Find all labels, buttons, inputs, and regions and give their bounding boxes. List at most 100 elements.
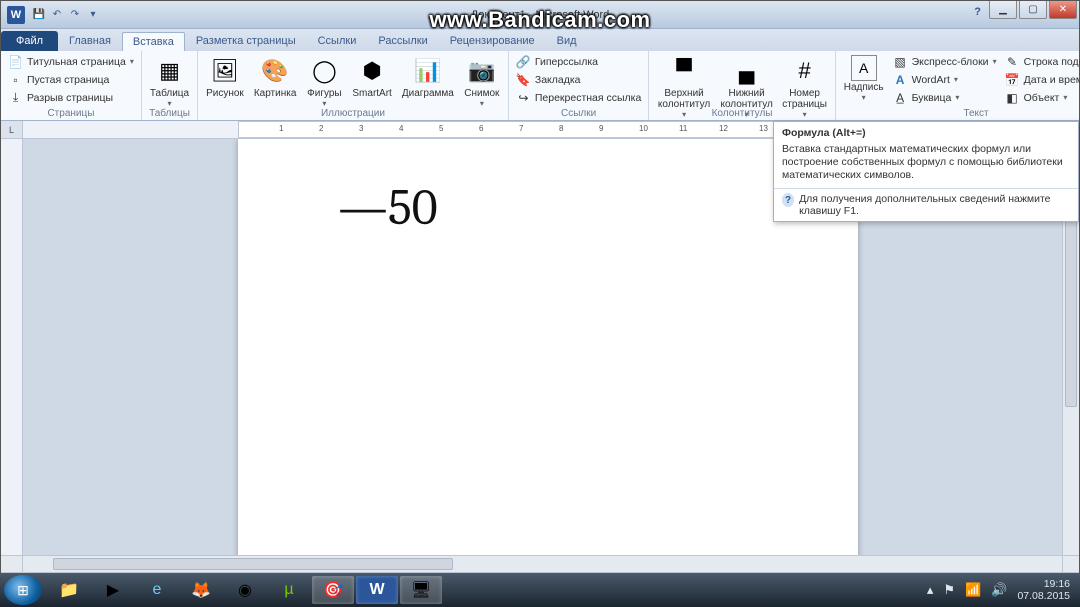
- close-button[interactable]: ✕: [1049, 1, 1077, 19]
- clock-date: 07.08.2015: [1017, 590, 1070, 602]
- screenshot-icon: 📷: [466, 55, 498, 87]
- taskbar-mediaplayer-icon[interactable]: ▶: [92, 576, 134, 604]
- bookmark-icon: 🔖: [516, 72, 531, 87]
- taskbar-explorer-icon[interactable]: 📁: [48, 576, 90, 604]
- object-button[interactable]: ◧Объект: [1002, 89, 1080, 106]
- clipart-button[interactable]: 🎨Картинка: [250, 53, 301, 101]
- qat-redo-icon[interactable]: ↷: [67, 7, 83, 23]
- page[interactable]: —50: [238, 139, 858, 555]
- cover-page-button[interactable]: 📄Титульная страница: [5, 53, 137, 70]
- windows-taskbar: ⊞ 📁 ▶ e 🦊 ◉ µ 🎯 W 🖥 ▴ ⚑ 📶 🔊 19:16 07.08.…: [0, 573, 1080, 607]
- header-icon: ▀: [668, 55, 700, 87]
- blank-page-button[interactable]: ▫Пустая страница: [5, 71, 137, 88]
- datetime-button[interactable]: 📅Дата и время: [1002, 71, 1080, 88]
- chart-button[interactable]: 📊Диаграмма: [398, 53, 458, 101]
- dropcap-icon: A̲: [893, 90, 908, 105]
- blank-page-icon: ▫: [8, 72, 23, 87]
- table-button[interactable]: ▦ Таблица: [146, 53, 193, 110]
- horizontal-scrollbar[interactable]: [23, 556, 1062, 572]
- dropcap-button[interactable]: A̲Буквица: [890, 89, 1000, 106]
- tab-references[interactable]: Ссылки: [307, 31, 368, 51]
- chart-icon: 📊: [412, 55, 444, 87]
- tab-home[interactable]: Главная: [58, 31, 122, 51]
- help-icon: ?: [782, 193, 794, 207]
- footer-icon: ▄: [731, 55, 763, 87]
- group-tables: ▦ Таблица Таблицы: [142, 51, 198, 120]
- textbox-button[interactable]: AНадпись: [840, 53, 888, 104]
- system-tray: ▴ ⚑ 📶 🔊 19:16 07.08.2015: [927, 578, 1076, 602]
- cover-page-icon: 📄: [8, 54, 23, 69]
- qat-undo-icon[interactable]: ↶: [49, 7, 65, 23]
- ribbon-tabs: Файл Главная Вставка Разметка страницы С…: [1, 29, 1079, 51]
- taskbar-chrome-icon[interactable]: ◉: [224, 576, 266, 604]
- tab-review[interactable]: Рецензирование: [439, 31, 546, 51]
- tooltip-title: Формула (Alt+=): [774, 122, 1078, 141]
- group-pages: 📄Титульная страница ▫Пустая страница ⤓Ра…: [1, 51, 142, 120]
- taskbar-app-icon[interactable]: 🖥: [400, 576, 442, 604]
- clock-time: 19:16: [1017, 578, 1070, 590]
- page-break-icon: ⤓: [8, 90, 23, 105]
- picture-button[interactable]: 🖼Рисунок: [202, 53, 248, 101]
- group-text-label: Текст: [840, 108, 1080, 120]
- group-headerfooter: ▀Верхний колонтитул ▄Нижний колонтитул #…: [649, 51, 835, 120]
- table-icon: ▦: [153, 55, 185, 87]
- qat-save-icon[interactable]: 💾: [31, 7, 47, 23]
- tray-arrow-icon[interactable]: ▴: [927, 582, 934, 598]
- maximize-button[interactable]: ▢: [1019, 1, 1047, 19]
- word-window: www.Bandicam.com W 💾 ↶ ↷ ▾ Документ1 - M…: [0, 0, 1080, 573]
- quickparts-button[interactable]: ▧Экспресс-блоки: [890, 53, 1000, 70]
- shapes-button[interactable]: ◯Фигуры: [302, 53, 346, 110]
- group-illustrations-label: Иллюстрации: [202, 108, 504, 120]
- taskbar-firefox-icon[interactable]: 🦊: [180, 576, 222, 604]
- tab-mailings[interactable]: Рассылки: [367, 31, 438, 51]
- tray-flag-icon[interactable]: ⚑: [943, 582, 955, 598]
- page-break-button[interactable]: ⤓Разрыв страницы: [5, 89, 137, 106]
- quick-access-toolbar: 💾 ↶ ↷ ▾: [31, 7, 101, 23]
- document-content[interactable]: —50: [338, 179, 438, 237]
- group-links-label: Ссылки: [513, 108, 644, 120]
- start-button[interactable]: ⊞: [4, 575, 42, 605]
- taskbar-ie-icon[interactable]: e: [136, 576, 178, 604]
- tooltip-footer: Для получения дополнительных сведений на…: [799, 193, 1070, 217]
- horizontal-scrollbar-row: [1, 555, 1079, 572]
- hyperlink-button[interactable]: 🔗Гиперссылка: [513, 53, 644, 70]
- qat-customize-icon[interactable]: ▾: [85, 7, 101, 23]
- tab-insert[interactable]: Вставка: [122, 32, 185, 51]
- smartart-icon: ⬢: [356, 55, 388, 87]
- quickparts-icon: ▧: [893, 54, 908, 69]
- taskbar-clock[interactable]: 19:16 07.08.2015: [1017, 578, 1070, 602]
- sigline-button[interactable]: ✎Строка подписи: [1002, 53, 1080, 70]
- minimize-button[interactable]: ▁: [989, 1, 1017, 19]
- tray-network-icon[interactable]: 📶: [965, 582, 981, 598]
- taskbar-utorrent-icon[interactable]: µ: [268, 576, 310, 604]
- equation-tooltip: Формула (Alt+=) Вставка стандартных мате…: [773, 121, 1079, 222]
- hyperlink-icon: 🔗: [516, 54, 531, 69]
- crossref-button[interactable]: ↪Перекрестная ссылка: [513, 89, 644, 106]
- shapes-icon: ◯: [308, 55, 340, 87]
- hscroll-thumb[interactable]: [53, 558, 453, 570]
- smartart-button[interactable]: ⬢SmartArt: [348, 53, 395, 101]
- tab-page-layout[interactable]: Разметка страницы: [185, 31, 307, 51]
- vertical-ruler[interactable]: [1, 139, 23, 555]
- taskbar-bandicam-icon[interactable]: 🎯: [312, 576, 354, 604]
- object-icon: ◧: [1005, 90, 1020, 105]
- tab-file[interactable]: Файл: [1, 31, 58, 51]
- picture-icon: 🖼: [209, 55, 241, 87]
- clipart-icon: 🎨: [259, 55, 291, 87]
- group-headerfooter-label: Колонтитулы: [653, 108, 830, 120]
- taskbar-word-icon[interactable]: W: [356, 576, 398, 604]
- help-button[interactable]: ?: [974, 6, 981, 18]
- datetime-icon: 📅: [1005, 72, 1020, 87]
- bookmark-button[interactable]: 🔖Закладка: [513, 71, 644, 88]
- wordart-icon: A: [893, 72, 908, 87]
- tab-view[interactable]: Вид: [546, 31, 588, 51]
- ribbon: 📄Титульная страница ▫Пустая страница ⤓Ра…: [1, 51, 1079, 121]
- sigline-icon: ✎: [1005, 54, 1020, 69]
- group-links: 🔗Гиперссылка 🔖Закладка ↪Перекрестная ссы…: [509, 51, 649, 120]
- word-app-icon[interactable]: W: [7, 6, 25, 24]
- group-tables-label: Таблицы: [146, 108, 193, 120]
- wordart-button[interactable]: AWordArt: [890, 71, 1000, 88]
- screenshot-button[interactable]: 📷Снимок: [460, 53, 504, 110]
- tray-volume-icon[interactable]: 🔊: [991, 582, 1007, 598]
- ruler-corner[interactable]: L: [1, 121, 23, 138]
